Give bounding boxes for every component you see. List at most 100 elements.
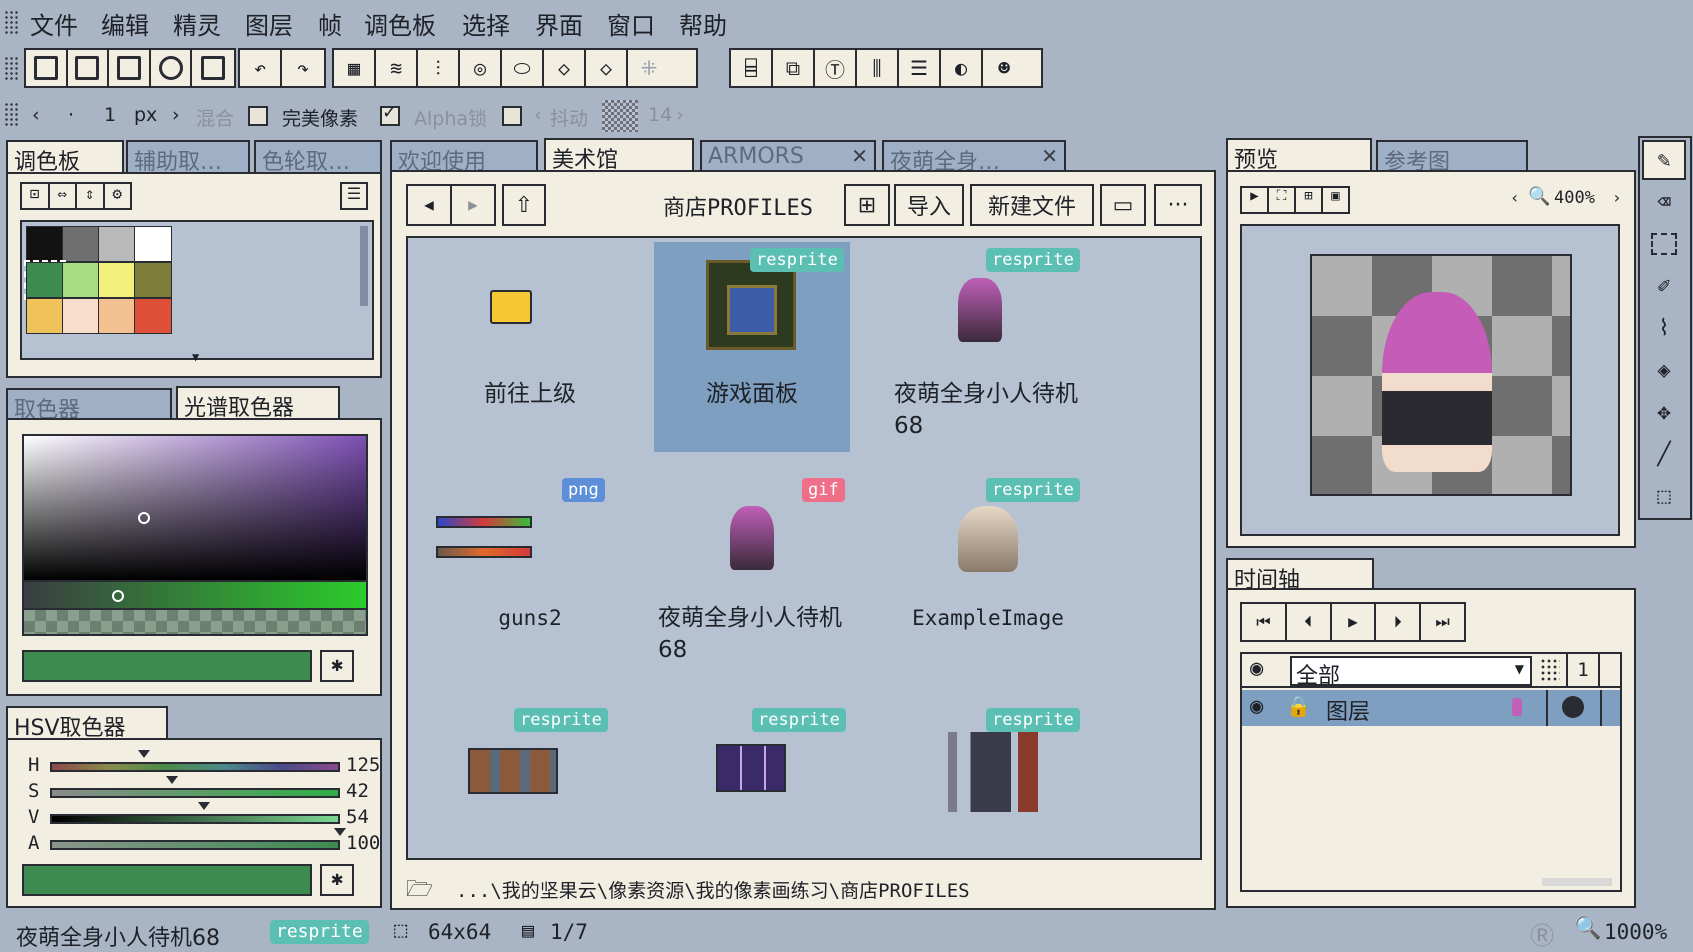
cel-cell[interactable]: [1546, 690, 1602, 726]
menu-palette[interactable]: 调色板: [364, 6, 436, 41]
frame-number[interactable]: 1: [1566, 654, 1600, 688]
new-folder-icon[interactable]: ⊞: [844, 184, 890, 226]
palette-menu-icon[interactable]: ☰: [340, 182, 368, 210]
hue-slider[interactable]: [50, 762, 340, 772]
menu-layer[interactable]: 图层: [245, 6, 293, 41]
item-portraits-sheet[interactable]: resprite: [654, 702, 850, 858]
palette-sort-icon[interactable]: ⇕: [77, 184, 105, 208]
menu-window[interactable]: 窗口: [607, 6, 655, 41]
save-icon[interactable]: [109, 50, 151, 86]
value-value[interactable]: 54: [346, 806, 369, 828]
new-file-button[interactable]: 新建文件: [970, 184, 1094, 226]
palette-swatch[interactable]: [134, 298, 172, 334]
back-icon[interactable]: ◀: [408, 186, 452, 224]
mirror-icon[interactable]: ⁜: [628, 50, 670, 86]
columns-icon[interactable]: ⫼: [857, 50, 899, 86]
saturation-value[interactable]: 42: [346, 780, 369, 802]
palette-swatch[interactable]: [62, 262, 100, 298]
alpha-lock-checkbox[interactable]: [502, 106, 522, 126]
status-zoom[interactable]: 1000%: [1604, 920, 1667, 944]
dither-decrease-icon[interactable]: ‹: [534, 104, 542, 126]
palette-lock-icon[interactable]: ⊡: [22, 184, 50, 208]
fill-tool-icon[interactable]: ◈: [1642, 350, 1686, 390]
tab-spectrum-picker[interactable]: 光谱取色器: [176, 386, 340, 420]
eyedropper-icon[interactable]: ✱: [320, 650, 354, 682]
first-frame-icon[interactable]: ⏮: [1242, 604, 1287, 640]
zoom-out-icon[interactable]: ‹: [1510, 188, 1520, 207]
size-decrease-icon[interactable]: ‹: [32, 104, 40, 126]
item-guns2[interactable]: png guns2: [408, 472, 652, 702]
item-icons-sheet[interactable]: resprite: [408, 702, 652, 858]
palette-swatch[interactable]: [62, 226, 100, 262]
tab-assist-picker[interactable]: 辅助取…: [126, 140, 250, 172]
eye-icon[interactable]: ◉: [1250, 656, 1263, 681]
tab-preview[interactable]: 预览: [1226, 138, 1372, 172]
timeline-scrollbar[interactable]: [1542, 878, 1612, 886]
menu-select[interactable]: 选择: [462, 6, 510, 41]
toolbar-grip-icon[interactable]: [4, 56, 18, 80]
menu-view[interactable]: 界面: [535, 6, 583, 41]
timeline-title[interactable]: 时间轴: [1226, 558, 1374, 592]
tab-color-picker[interactable]: 取色器: [6, 388, 172, 420]
preview-play-icon[interactable]: ▶: [1242, 188, 1269, 212]
close-icon[interactable]: ✕: [851, 144, 868, 168]
layer-row[interactable]: ◉ 🔒 图层: [1242, 690, 1620, 726]
up-folder-icon[interactable]: ⇧: [502, 184, 546, 226]
move-tool-icon[interactable]: ✥: [1642, 392, 1686, 432]
tab-wheel-picker[interactable]: 色轮取…: [254, 140, 382, 172]
pencil-tool-icon[interactable]: ✎: [1642, 140, 1686, 180]
menu-file[interactable]: 文件: [30, 6, 78, 41]
rotate-left-icon[interactable]: ◇: [544, 50, 586, 86]
palette-swatch[interactable]: [98, 262, 136, 298]
alpha-value[interactable]: 100: [346, 832, 380, 854]
pixel-perfect-checkbox[interactable]: ✓: [380, 102, 400, 126]
saturation-slider[interactable]: [50, 788, 340, 798]
layer-visibility-icon[interactable]: ◉: [1250, 694, 1263, 719]
preview-viewport[interactable]: [1240, 224, 1620, 536]
preview-zoom[interactable]: 400%: [1554, 188, 1595, 208]
palette-swatch[interactable]: [134, 226, 172, 262]
open-file-icon[interactable]: [68, 50, 110, 86]
grip-icon[interactable]: [4, 10, 18, 34]
value-slider-handle[interactable]: [198, 802, 210, 810]
grid-icon[interactable]: ▦: [334, 50, 376, 86]
new-file-icon[interactable]: [26, 50, 68, 86]
preview-mode-icon[interactable]: ▣: [1323, 188, 1348, 212]
palette-swatch[interactable]: [26, 226, 64, 262]
rows-icon[interactable]: ☰: [899, 50, 941, 86]
palette-scrollbar[interactable]: [360, 226, 368, 306]
alpha-strip[interactable]: [22, 610, 368, 636]
palette-swatch[interactable]: [62, 298, 100, 334]
play-icon[interactable]: ▶: [1332, 604, 1377, 640]
palette-swatch[interactable]: [98, 226, 136, 262]
tab-palette[interactable]: 调色板: [6, 140, 124, 174]
layers-copy-icon[interactable]: ⧉: [773, 50, 815, 86]
item-yemeng-sprite[interactable]: resprite 夜萌全身小人待机68: [876, 242, 1100, 472]
settings-gear-icon[interactable]: [151, 50, 193, 86]
open-folder-icon[interactable]: 🗁: [406, 872, 433, 910]
item-parent-folder[interactable]: 前往上级: [408, 242, 652, 472]
redo-icon[interactable]: ↷: [282, 50, 324, 86]
outline-icon[interactable]: ⌸: [731, 50, 773, 86]
saturation-slider-handle[interactable]: [166, 776, 178, 784]
layer-name[interactable]: 图层: [1326, 694, 1370, 726]
frames-grid-icon[interactable]: [1540, 658, 1560, 682]
audio-icon[interactable]: ◐: [941, 50, 983, 86]
rotate-right-icon[interactable]: ◇: [586, 50, 628, 86]
menu-edit[interactable]: 编辑: [101, 6, 149, 41]
palette-expand-icon[interactable]: ▼: [192, 350, 199, 364]
reference-icon[interactable]: Ⓡ: [1530, 916, 1554, 951]
eyedropper-tool-icon[interactable]: ✐: [1642, 266, 1686, 306]
size-value[interactable]: 1: [104, 104, 116, 126]
hsv-eyedropper-icon[interactable]: ✱: [320, 864, 354, 896]
text-tool-icon[interactable]: Ⓣ: [815, 50, 857, 86]
strip-cursor[interactable]: [112, 590, 124, 602]
prev-frame-icon[interactable]: ⏴: [1287, 604, 1332, 640]
tab-yemeng[interactable]: 夜萌全身… ✕: [882, 140, 1066, 172]
alpha-slider-handle[interactable]: [334, 828, 346, 836]
tab-reference[interactable]: 参考图: [1376, 140, 1528, 172]
preview-tile-icon[interactable]: ⊞: [1296, 188, 1323, 212]
alpha-slider[interactable]: [50, 840, 340, 850]
hsv-panel-title[interactable]: HSV取色器: [6, 706, 168, 740]
menu-frame[interactable]: 帧: [318, 6, 342, 41]
